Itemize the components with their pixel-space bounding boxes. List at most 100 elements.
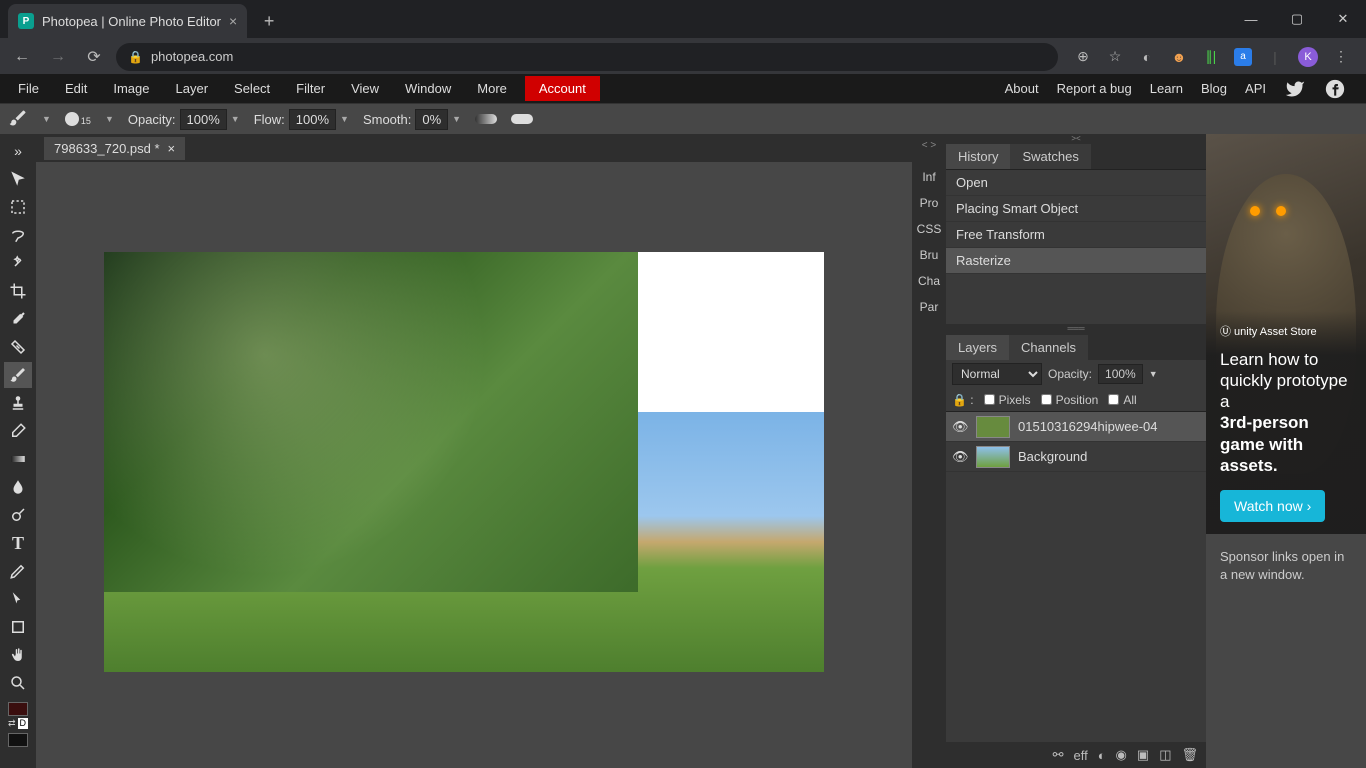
smooth-dropdown-icon[interactable]: ▼ (452, 114, 461, 124)
opacity-value[interactable]: 100% (180, 109, 227, 130)
canvas-area[interactable] (36, 162, 912, 768)
move-tool[interactable] (4, 166, 32, 192)
twitter-icon[interactable] (1284, 78, 1306, 100)
heal-tool[interactable] (4, 334, 32, 360)
link-learn[interactable]: Learn (1150, 81, 1183, 96)
foreground-color[interactable] (8, 702, 28, 716)
airbrush-icon[interactable] (475, 114, 497, 124)
pill-par[interactable]: Par (914, 294, 944, 320)
delete-layer-icon[interactable]: 🗑 (1181, 747, 1198, 763)
browser-tab[interactable]: P Photopea | Online Photo Editor × (8, 4, 247, 38)
document-tab[interactable]: 798633_720.psd * × (44, 137, 185, 160)
adjustment-layer-icon[interactable]: ◉ (1116, 747, 1127, 763)
type-tool[interactable]: T (4, 530, 32, 556)
tab-history[interactable]: History (946, 144, 1010, 169)
back-button[interactable]: ← (8, 43, 36, 71)
kebab-menu-icon[interactable]: ⋮ (1332, 48, 1350, 66)
brush-dropdown-icon[interactable]: ▼ (105, 114, 114, 124)
layer-thumbnail[interactable] (976, 446, 1010, 468)
brush-tool[interactable] (4, 362, 32, 388)
minimize-button[interactable]: — (1228, 0, 1274, 38)
tool-dropdown-icon[interactable]: ▼ (42, 114, 51, 124)
path-select-tool[interactable] (4, 586, 32, 612)
menu-view[interactable]: View (339, 76, 391, 101)
wand-tool[interactable] (4, 250, 32, 276)
eraser-tool[interactable] (4, 418, 32, 444)
visibility-eye-icon[interactable]: 👁 (952, 449, 968, 465)
mask-icon[interactable]: ◐ (1098, 748, 1106, 763)
url-box[interactable]: 🔒 photopea.com (116, 43, 1058, 71)
group-icon[interactable]: ▣ (1137, 747, 1149, 763)
tab-channels[interactable]: Channels (1009, 335, 1088, 360)
history-item[interactable]: Placing Smart Object (946, 196, 1206, 222)
account-button[interactable]: Account (525, 76, 600, 101)
opacity-dropdown-icon[interactable]: ▼ (231, 114, 240, 124)
layer-opacity-value[interactable]: 100% (1098, 364, 1143, 384)
new-layer-icon[interactable]: ◫ (1159, 747, 1171, 763)
flow-dropdown-icon[interactable]: ▼ (340, 114, 349, 124)
maximize-button[interactable]: ▢ (1274, 0, 1320, 38)
history-item[interactable]: Rasterize (946, 248, 1206, 274)
bars-ext-icon[interactable]: ∥| (1202, 48, 1220, 66)
blue-ext-icon[interactable]: a (1234, 48, 1252, 66)
history-item[interactable]: Free Transform (946, 222, 1206, 248)
panel-handle[interactable]: ═══ (946, 324, 1206, 334)
history-item[interactable]: Open (946, 170, 1206, 196)
more-tools-icon[interactable]: » (4, 138, 32, 164)
layer-opacity-dropdown-icon[interactable]: ▼ (1149, 369, 1158, 379)
crop-tool[interactable] (4, 278, 32, 304)
forward-button[interactable]: → (44, 43, 72, 71)
pressure-icon[interactable] (511, 114, 533, 124)
zoom-tool[interactable] (4, 670, 32, 696)
effects-button[interactable]: eff (1073, 748, 1087, 763)
pill-css[interactable]: CSS (914, 216, 944, 242)
blend-mode-select[interactable]: Normal (952, 363, 1042, 385)
pill-inf[interactable]: Inf (914, 164, 944, 190)
facebook-icon[interactable] (1324, 78, 1346, 100)
profile-avatar[interactable]: K (1298, 47, 1318, 67)
menu-more[interactable]: More (465, 76, 519, 101)
default-colors-icon[interactable]: D (18, 718, 29, 729)
doc-close-icon[interactable]: × (168, 141, 176, 156)
contrast-icon[interactable]: ◐ (1138, 48, 1156, 66)
brush-preview[interactable]: 15 (65, 112, 91, 126)
menu-image[interactable]: Image (101, 76, 161, 101)
tab-swatches[interactable]: Swatches (1010, 144, 1090, 169)
window-close-button[interactable]: ✕ (1320, 0, 1366, 38)
hand-tool[interactable] (4, 642, 32, 668)
pill-pro[interactable]: Pro (914, 190, 944, 216)
layer-row[interactable]: 👁 Background (946, 442, 1206, 472)
ad-image[interactable]: Ⓤ unity Asset Store Learn how to quickly… (1206, 134, 1366, 534)
blur-tool[interactable] (4, 474, 32, 500)
layer-name[interactable]: 01510316294hipwee-04 (1018, 419, 1158, 434)
lasso-tool[interactable] (4, 222, 32, 248)
brush-tool-icon[interactable] (8, 108, 28, 131)
stamp-tool[interactable] (4, 390, 32, 416)
lock-position[interactable]: Position (1041, 393, 1099, 407)
menu-filter[interactable]: Filter (284, 76, 337, 101)
lock-pixels[interactable]: Pixels (984, 393, 1031, 407)
link-api[interactable]: API (1245, 81, 1266, 96)
eyedropper-tool[interactable] (4, 306, 32, 332)
link-about[interactable]: About (1005, 81, 1039, 96)
link-report-bug[interactable]: Report a bug (1057, 81, 1132, 96)
face-ext-icon[interactable]: ☻ (1170, 48, 1188, 66)
background-color[interactable] (8, 733, 28, 747)
tab-layers[interactable]: Layers (946, 335, 1009, 360)
link-blog[interactable]: Blog (1201, 81, 1227, 96)
dodge-tool[interactable] (4, 502, 32, 528)
reload-button[interactable]: ⟳ (80, 43, 108, 71)
smooth-value[interactable]: 0% (415, 109, 448, 130)
tab-close-icon[interactable]: × (229, 13, 237, 29)
bookmark-star-icon[interactable]: ☆ (1106, 48, 1124, 66)
panel-handle[interactable]: >< (946, 134, 1206, 144)
menu-window[interactable]: Window (393, 76, 463, 101)
add-icon[interactable]: ⊕ (1074, 48, 1092, 66)
shape-tool[interactable] (4, 614, 32, 640)
menu-layer[interactable]: Layer (164, 76, 221, 101)
layer-row[interactable]: 👁 01510316294hipwee-04 (946, 412, 1206, 442)
layer-thumbnail[interactable] (976, 416, 1010, 438)
swap-colors-icon[interactable]: ⇄ (8, 718, 16, 729)
layer-name[interactable]: Background (1018, 449, 1087, 464)
menu-edit[interactable]: Edit (53, 76, 99, 101)
